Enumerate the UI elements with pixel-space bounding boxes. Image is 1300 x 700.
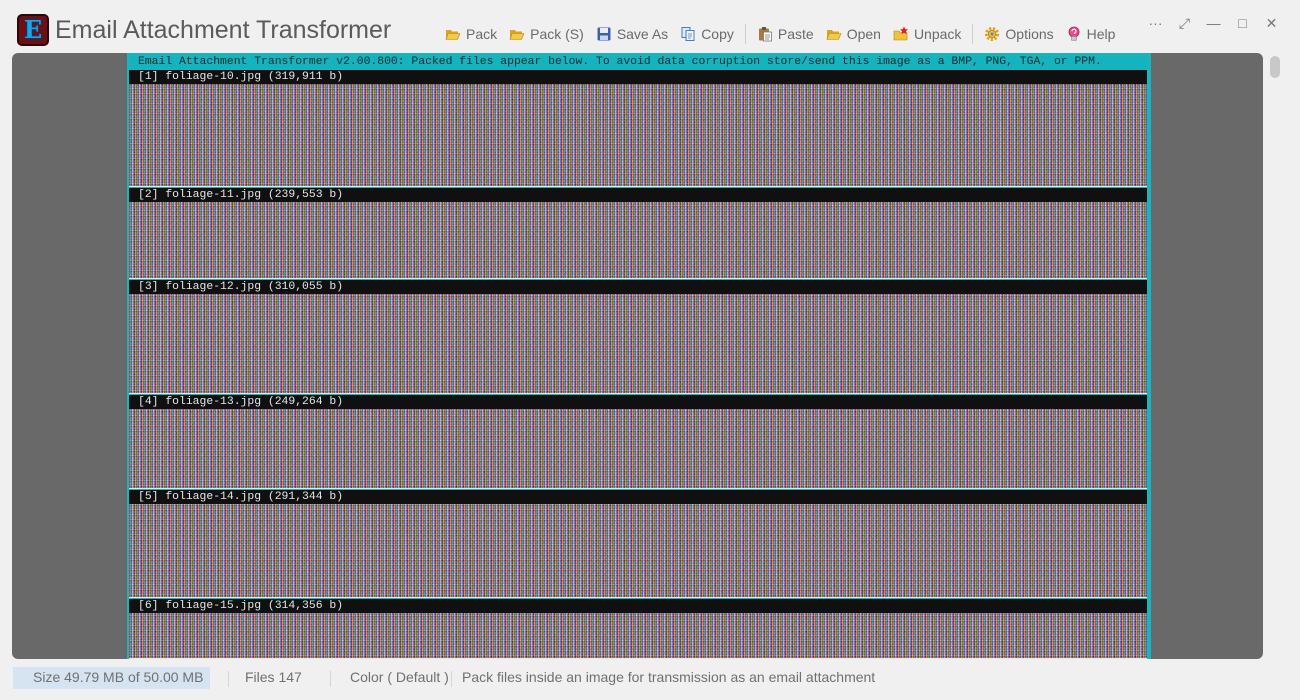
file-data-block <box>129 84 1147 187</box>
pack-button[interactable]: Pack <box>440 22 502 46</box>
file-label: [6] foliage-15.jpg (314,356 b) <box>129 599 1147 613</box>
file-data-block <box>129 613 1147 659</box>
status-divider <box>330 671 331 687</box>
file-label: [3] foliage-12.jpg (310,055 b) <box>129 280 1147 294</box>
status-files: Files 147 <box>245 669 302 685</box>
file-label: [5] foliage-14.jpg (291,344 b) <box>129 490 1147 504</box>
gear-icon <box>984 26 1000 42</box>
minimize-icon[interactable]: — <box>1199 10 1228 36</box>
paste-label: Paste <box>777 26 814 42</box>
status-divider <box>228 671 229 687</box>
status-size: Size 49.79 MB of 50.00 MB <box>13 667 210 689</box>
toolbar-separator <box>744 24 746 44</box>
copy-icon <box>680 26 696 42</box>
unpack-label: Unpack <box>913 26 962 42</box>
folder-open-icon <box>509 26 525 42</box>
file-data-block <box>129 409 1147 489</box>
title-bar: E Email Attachment Transformer Pack Pack… <box>0 0 1300 52</box>
pack-label: Pack <box>466 26 498 42</box>
copy-button[interactable]: Copy <box>675 22 739 46</box>
file-data-block <box>129 202 1147 279</box>
close-icon[interactable]: ✕ <box>1257 10 1286 36</box>
open-label: Open <box>846 26 881 42</box>
floppy-disk-icon <box>596 26 612 42</box>
status-message: Pack files inside an image for transmiss… <box>462 669 876 685</box>
save-as-button[interactable]: Save As <box>591 22 673 46</box>
packed-image: Email Attachment Transformer v2.00.800: … <box>127 53 1151 659</box>
help-label: Help <box>1086 26 1116 42</box>
image-header-text: Email Attachment Transformer v2.00.800: … <box>129 56 1147 69</box>
help-button[interactable]: Help <box>1061 22 1121 46</box>
unpack-button[interactable]: Unpack <box>888 22 966 46</box>
fullscreen-icon[interactable]: ⤢ <box>1170 10 1199 36</box>
maximize-icon[interactable]: □ <box>1228 10 1257 36</box>
help-bulb-icon <box>1066 26 1082 42</box>
save-as-label: Save As <box>616 26 669 42</box>
image-viewport[interactable]: Email Attachment Transformer v2.00.800: … <box>12 53 1263 659</box>
paste-button[interactable]: Paste <box>752 22 819 46</box>
pack-s-label: Pack (S) <box>530 26 584 42</box>
toolbar: Pack Pack (S) Save As Copy Paste Open Un… <box>440 22 1122 46</box>
file-data-block <box>129 504 1147 598</box>
toolbar-separator <box>972 24 974 44</box>
folder-open-icon <box>445 26 461 42</box>
options-label: Options <box>1005 26 1054 42</box>
status-bar: Size 49.79 MB of 50.00 MB Files 147 Colo… <box>0 663 1300 689</box>
status-divider <box>451 671 452 687</box>
file-data-block <box>129 294 1147 394</box>
status-color[interactable]: Color ( Default ) <box>350 667 449 689</box>
vertical-scrollbar-thumb[interactable] <box>1270 56 1280 78</box>
copy-label: Copy <box>701 26 734 42</box>
open-button[interactable]: Open <box>821 22 886 46</box>
file-label: [4] foliage-13.jpg (249,264 b) <box>129 395 1147 409</box>
app-logo-icon: E <box>17 14 49 46</box>
app-title: Email Attachment Transformer <box>55 16 392 44</box>
more-options-icon[interactable]: ··· <box>1141 10 1170 36</box>
options-button[interactable]: Options <box>979 22 1058 46</box>
file-label: [1] foliage-10.jpg (319,911 b) <box>129 70 1147 84</box>
window-controls: ··· ⤢ — □ ✕ <box>1141 10 1286 36</box>
folder-open-icon <box>826 26 842 42</box>
clipboard-paste-icon <box>757 26 773 42</box>
pack-s-button[interactable]: Pack (S) <box>504 22 589 46</box>
star-folder-icon <box>893 26 909 42</box>
file-label: [2] foliage-11.jpg (239,553 b) <box>129 188 1147 202</box>
